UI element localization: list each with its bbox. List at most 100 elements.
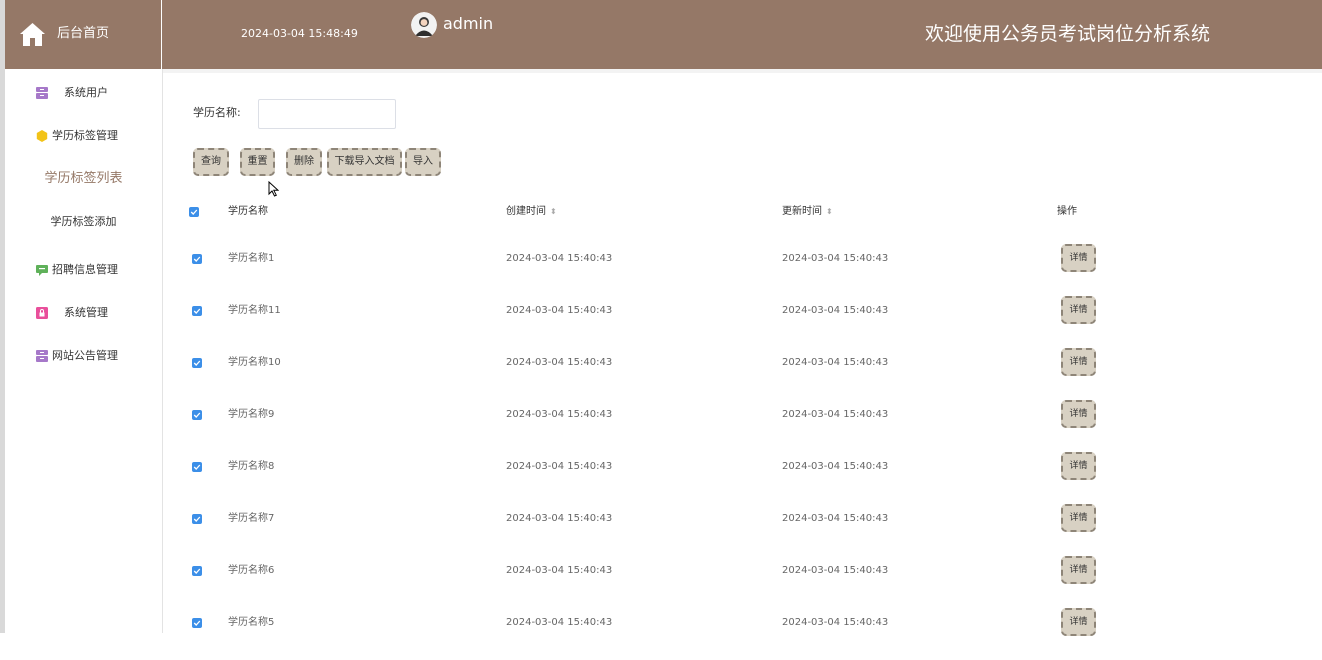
main-content: 学历名称: 查询 重置 删除 下载导入文档 导入 学历名称 创建时间 ⬍ 更新时间… bbox=[163, 69, 1322, 636]
sidebar-item-announcements[interactable]: 网站公告管理 bbox=[5, 345, 162, 367]
cell-created: 2024-03-04 15:40:43 bbox=[506, 617, 613, 628]
cell-created: 2024-03-04 15:40:43 bbox=[506, 253, 613, 264]
chat-icon bbox=[36, 265, 48, 276]
check-icon bbox=[193, 412, 201, 418]
archive-icon bbox=[36, 87, 48, 99]
cell-created: 2024-03-04 15:40:43 bbox=[506, 409, 613, 420]
sidebar-item-label: 系统管理 bbox=[64, 306, 108, 319]
sort-icon[interactable]: ⬍ bbox=[826, 207, 833, 216]
submenu-item-education-tag-add[interactable]: 学历标签添加 bbox=[5, 211, 162, 233]
cell-updated: 2024-03-04 15:40:43 bbox=[782, 565, 889, 576]
sidebar-item-label: 学历标签管理 bbox=[52, 129, 118, 142]
cell-name: 学历名称1 bbox=[228, 253, 275, 264]
detail-button[interactable]: 详情 bbox=[1061, 400, 1096, 428]
sidebar-item-recruitment[interactable]: 招聘信息管理 bbox=[5, 259, 162, 281]
cell-name: 学历名称7 bbox=[228, 513, 275, 524]
row-checkbox[interactable] bbox=[192, 462, 202, 472]
cell-created: 2024-03-04 15:40:43 bbox=[506, 513, 613, 524]
sidebar: 系统用户 学历标签管理 学历标签列表 学历标签添加 招聘信息管理 系统管理 网站… bbox=[5, 69, 163, 633]
cell-created: 2024-03-04 15:40:43 bbox=[506, 565, 613, 576]
reset-button[interactable]: 重置 bbox=[240, 148, 275, 176]
check-icon bbox=[193, 568, 201, 574]
detail-button[interactable]: 详情 bbox=[1061, 296, 1096, 324]
check-icon bbox=[193, 308, 201, 314]
sidebar-item-label: 网站公告管理 bbox=[52, 349, 118, 362]
cell-name: 学历名称5 bbox=[228, 617, 275, 628]
site-title: 欢迎使用公务员考试岗位分析系统 bbox=[924, 23, 1210, 45]
row-checkbox[interactable] bbox=[192, 514, 202, 524]
detail-button[interactable]: 详情 bbox=[1061, 452, 1096, 480]
mouse-cursor-icon bbox=[268, 181, 279, 197]
check-icon bbox=[193, 620, 201, 626]
check-icon bbox=[193, 360, 201, 366]
column-header-created[interactable]: 创建时间 ⬍ bbox=[506, 205, 557, 219]
table-row: 学历名称8 2024-03-04 15:40:43 2024-03-04 15:… bbox=[163, 452, 1322, 504]
home-icon bbox=[20, 23, 45, 46]
search-label: 学历名称: bbox=[193, 106, 241, 119]
sidebar-item-label: 招聘信息管理 bbox=[52, 263, 118, 276]
row-checkbox[interactable] bbox=[192, 410, 202, 420]
lock-icon bbox=[36, 307, 48, 319]
cell-updated: 2024-03-04 15:40:43 bbox=[782, 253, 889, 264]
cell-updated: 2024-03-04 15:40:43 bbox=[782, 305, 889, 316]
row-checkbox[interactable] bbox=[192, 254, 202, 264]
sidebar-item-system-users[interactable]: 系统用户 bbox=[5, 82, 162, 104]
cell-created: 2024-03-04 15:40:43 bbox=[506, 461, 613, 472]
select-all-checkbox[interactable] bbox=[189, 207, 199, 217]
cell-name: 学历名称10 bbox=[228, 357, 281, 368]
column-header-name: 学历名称 bbox=[228, 206, 268, 217]
username[interactable]: admin bbox=[443, 14, 493, 34]
detail-button[interactable]: 详情 bbox=[1061, 556, 1096, 584]
cell-updated: 2024-03-04 15:40:43 bbox=[782, 357, 889, 368]
archive-icon bbox=[36, 350, 48, 362]
sidebar-item-system-management[interactable]: 系统管理 bbox=[5, 302, 162, 324]
home-label: 后台首页 bbox=[57, 26, 110, 41]
table-row: 学历名称7 2024-03-04 15:40:43 2024-03-04 15:… bbox=[163, 504, 1322, 556]
download-template-button[interactable]: 下载导入文档 bbox=[327, 148, 402, 176]
top-header: 后台首页 2024-03-04 15:48:49 admin 欢迎使用公务员考试… bbox=[5, 0, 1322, 69]
cell-name: 学历名称11 bbox=[228, 305, 281, 316]
sort-icon[interactable]: ⬍ bbox=[550, 207, 557, 216]
column-header-actions: 操作 bbox=[1057, 206, 1077, 217]
detail-button[interactable]: 详情 bbox=[1061, 504, 1096, 532]
cell-updated: 2024-03-04 15:40:43 bbox=[782, 461, 889, 472]
cell-name: 学历名称6 bbox=[228, 565, 275, 576]
check-icon bbox=[193, 464, 201, 470]
table-row: 学历名称11 2024-03-04 15:40:43 2024-03-04 15… bbox=[163, 296, 1322, 348]
row-checkbox[interactable] bbox=[192, 358, 202, 368]
cell-name: 学历名称9 bbox=[228, 409, 275, 420]
search-input[interactable] bbox=[258, 99, 396, 129]
cell-created: 2024-03-04 15:40:43 bbox=[506, 357, 613, 368]
cell-updated: 2024-03-04 15:40:43 bbox=[782, 513, 889, 524]
sidebar-item-education-tags[interactable]: 学历标签管理 bbox=[5, 125, 162, 147]
avatar-icon bbox=[411, 12, 437, 38]
check-icon bbox=[193, 256, 201, 262]
query-button[interactable]: 查询 bbox=[193, 148, 229, 176]
cell-updated: 2024-03-04 15:40:43 bbox=[782, 409, 889, 420]
submenu-item-education-tag-list[interactable]: 学历标签列表 bbox=[5, 168, 162, 190]
table-row: 学历名称5 2024-03-04 15:40:43 2024-03-04 15:… bbox=[163, 608, 1322, 660]
content-divider bbox=[163, 69, 1322, 73]
current-datetime: 2024-03-04 15:48:49 bbox=[241, 27, 358, 40]
column-header-label: 创建时间 bbox=[506, 206, 546, 217]
detail-button[interactable]: 详情 bbox=[1061, 348, 1096, 376]
delete-button[interactable]: 删除 bbox=[286, 148, 322, 176]
row-checkbox[interactable] bbox=[192, 306, 202, 316]
detail-button[interactable]: 详情 bbox=[1061, 608, 1096, 636]
sidebar-item-label: 系统用户 bbox=[64, 86, 108, 99]
table-row: 学历名称9 2024-03-04 15:40:43 2024-03-04 15:… bbox=[163, 400, 1322, 452]
column-header-updated[interactable]: 更新时间 ⬍ bbox=[782, 205, 833, 219]
check-icon bbox=[193, 516, 201, 522]
home-link[interactable]: 后台首页 bbox=[5, 0, 162, 69]
check-icon bbox=[190, 209, 198, 215]
row-checkbox[interactable] bbox=[192, 618, 202, 628]
detail-button[interactable]: 详情 bbox=[1061, 244, 1096, 272]
user-avatar[interactable] bbox=[411, 12, 437, 38]
table-row: 学历名称6 2024-03-04 15:40:43 2024-03-04 15:… bbox=[163, 556, 1322, 608]
column-header-label: 更新时间 bbox=[782, 206, 822, 217]
row-checkbox[interactable] bbox=[192, 566, 202, 576]
cell-created: 2024-03-04 15:40:43 bbox=[506, 305, 613, 316]
hexagon-icon bbox=[36, 130, 48, 142]
import-button[interactable]: 导入 bbox=[405, 148, 441, 176]
cell-name: 学历名称8 bbox=[228, 461, 275, 472]
